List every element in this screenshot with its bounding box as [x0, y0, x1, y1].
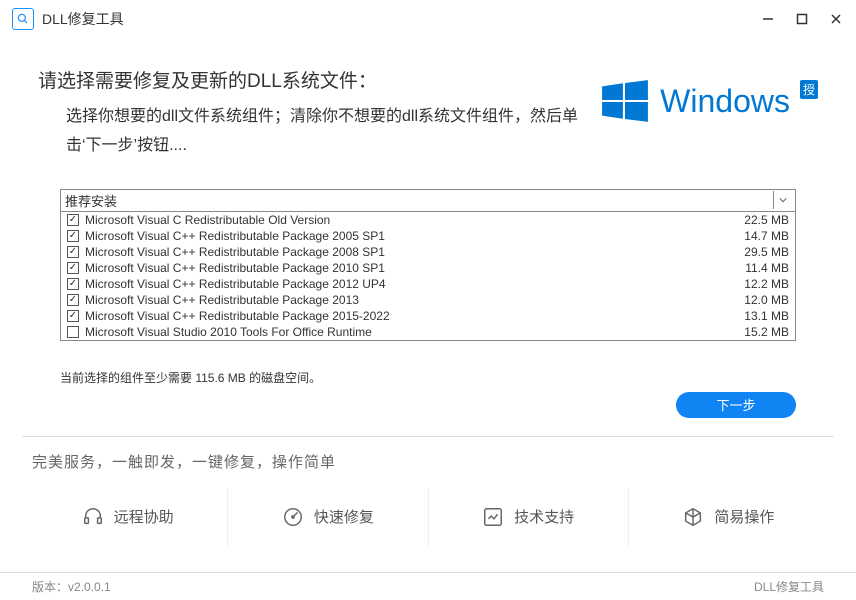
- windows-brand-text: Windows: [660, 83, 790, 120]
- page-title: 请选择需要修复及更新的DLL系统文件：: [38, 66, 600, 93]
- tagline: 完美服务，一触即发，一键修复，操作简单: [10, 437, 846, 488]
- next-button[interactable]: 下一步: [676, 392, 796, 418]
- checkbox[interactable]: [67, 246, 79, 258]
- headset-icon: [82, 506, 104, 528]
- close-button[interactable]: [828, 11, 844, 27]
- app-title: DLL修复工具: [42, 9, 124, 29]
- windows-logo: Windows 授: [600, 76, 818, 126]
- version-label: 版本：v2.0.0.1: [32, 578, 111, 595]
- feature-speed[interactable]: 快速修复: [228, 488, 428, 546]
- window-controls: [760, 11, 844, 27]
- cube-icon: [682, 506, 704, 528]
- checkbox[interactable]: [67, 262, 79, 274]
- status-brand: DLL修复工具: [754, 578, 824, 595]
- list-item[interactable]: Microsoft Visual C++ Redistributable Pac…: [61, 228, 795, 244]
- feature-cube[interactable]: 简易操作: [629, 488, 828, 546]
- checkbox[interactable]: [67, 278, 79, 290]
- component-list-section: 推荐安装 Microsoft Visual C Redistributable …: [60, 189, 796, 341]
- chevron-down-icon: [773, 191, 791, 209]
- feature-headset[interactable]: 远程协助: [28, 488, 228, 546]
- speed-icon: [282, 506, 304, 528]
- feature-label: 简易操作: [714, 506, 774, 527]
- chart-icon: [482, 506, 504, 528]
- windows-badge: 授: [800, 80, 818, 99]
- page-subtitle: 选择你想要的dll文件系统组件；清除你不想要的dll系统文件组件，然后单击‘下一…: [38, 103, 600, 161]
- list-item[interactable]: Microsoft Visual C++ Redistributable Pac…: [61, 260, 795, 276]
- maximize-button[interactable]: [794, 11, 810, 27]
- feature-chart[interactable]: 技术支持: [429, 488, 629, 546]
- checkbox[interactable]: [67, 326, 79, 338]
- minimize-button[interactable]: [760, 11, 776, 27]
- statusbar: 版本：v2.0.0.1 DLL修复工具: [0, 572, 856, 600]
- list-item[interactable]: Microsoft Visual C++ Redistributable Pac…: [61, 292, 795, 308]
- list-item[interactable]: Microsoft Visual C++ Redistributable Pac…: [61, 308, 795, 324]
- checkbox[interactable]: [67, 214, 79, 226]
- windows-icon: [600, 76, 650, 126]
- checkbox[interactable]: [67, 230, 79, 242]
- component-list: Microsoft Visual C Redistributable Old V…: [61, 212, 795, 340]
- item-size: 15.2 MB: [729, 325, 789, 339]
- item-size: 12.2 MB: [729, 277, 789, 291]
- dropdown-selected-label: 推荐安装: [65, 191, 773, 210]
- checkbox[interactable]: [67, 294, 79, 306]
- item-name: Microsoft Visual C++ Redistributable Pac…: [85, 277, 729, 291]
- item-size: 29.5 MB: [729, 245, 789, 259]
- item-name: Microsoft Visual C Redistributable Old V…: [85, 213, 729, 227]
- item-size: 13.1 MB: [729, 309, 789, 323]
- feature-label: 技术支持: [514, 506, 574, 527]
- feature-row: 远程协助 快速修复 技术支持 简易操作: [10, 488, 846, 546]
- titlebar: DLL修复工具: [0, 0, 856, 38]
- item-name: Microsoft Visual Studio 2010 Tools For O…: [85, 325, 729, 339]
- item-name: Microsoft Visual C++ Redistributable Pac…: [85, 229, 729, 243]
- category-dropdown[interactable]: 推荐安装: [61, 190, 795, 212]
- feature-label: 远程协助: [114, 506, 174, 527]
- header-text: 请选择需要修复及更新的DLL系统文件： 选择你想要的dll文件系统组件；清除你不…: [38, 66, 600, 161]
- list-item[interactable]: Microsoft Visual C++ Redistributable Pac…: [61, 276, 795, 292]
- app-icon: [12, 8, 34, 30]
- checkbox[interactable]: [67, 310, 79, 322]
- item-name: Microsoft Visual C++ Redistributable Pac…: [85, 309, 729, 323]
- item-size: 14.7 MB: [729, 229, 789, 243]
- item-size: 12.0 MB: [729, 293, 789, 307]
- list-item[interactable]: Microsoft Visual C Redistributable Old V…: [61, 212, 795, 228]
- header-section: 请选择需要修复及更新的DLL系统文件： 选择你想要的dll文件系统组件；清除你不…: [10, 38, 846, 179]
- item-name: Microsoft Visual C++ Redistributable Pac…: [85, 245, 729, 259]
- item-name: Microsoft Visual C++ Redistributable Pac…: [85, 261, 729, 275]
- action-row: 下一步: [60, 392, 796, 418]
- item-name: Microsoft Visual C++ Redistributable Pac…: [85, 293, 729, 307]
- list-item[interactable]: Microsoft Visual Studio 2010 Tools For O…: [61, 324, 795, 340]
- disk-space-note: 当前选择的组件至少需要 115.6 MB 的磁盘空间。: [60, 369, 796, 386]
- list-item[interactable]: Microsoft Visual C++ Redistributable Pac…: [61, 244, 795, 260]
- item-size: 22.5 MB: [729, 213, 789, 227]
- item-size: 11.4 MB: [729, 261, 789, 275]
- main-content: 请选择需要修复及更新的DLL系统文件： 选择你想要的dll文件系统组件；清除你不…: [0, 38, 856, 572]
- feature-label: 快速修复: [314, 506, 374, 527]
